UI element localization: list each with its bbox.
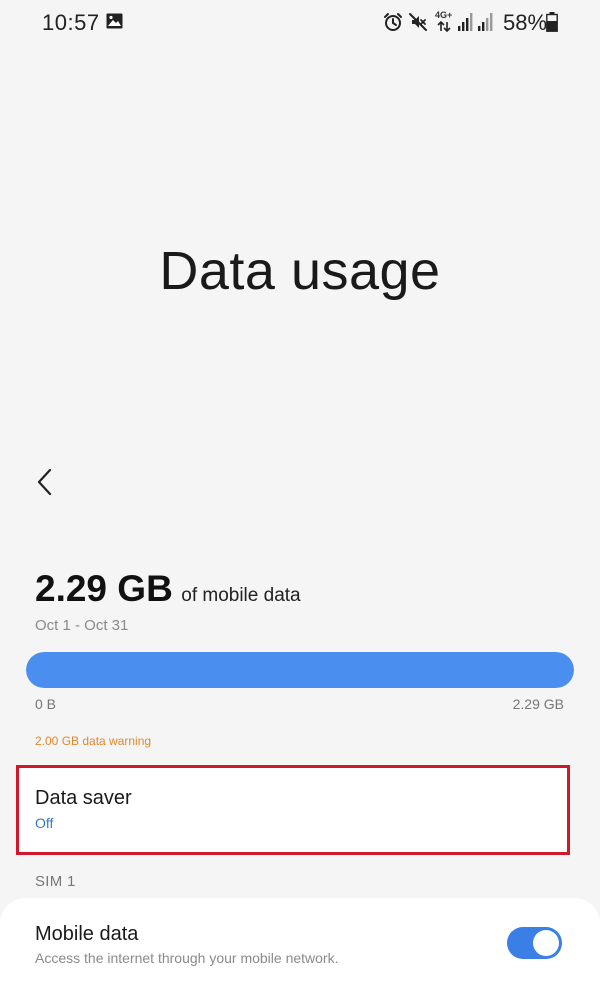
- usage-summary: 2.29 GB of mobile data: [35, 568, 301, 610]
- usage-bar-max-label: 2.29 GB: [512, 696, 564, 712]
- toggle-knob: [533, 930, 559, 956]
- alarm-icon: [384, 13, 402, 31]
- data-warning-label: 2.00 GB data warning: [35, 734, 152, 748]
- data-arrows-icon: [437, 21, 451, 32]
- screen: 10:57 4G+ 58% Data usage 2.29 GB of mobi…: [0, 0, 600, 990]
- mobile-data-toggle[interactable]: [507, 927, 562, 959]
- usage-bar-min-label: 0 B: [35, 696, 57, 712]
- usage-bar-fill: [26, 652, 574, 688]
- data-saver-status: Off: [35, 815, 54, 831]
- mobile-data-item[interactable]: Mobile data Access the internet through …: [0, 898, 600, 990]
- usage-bar: [26, 652, 574, 688]
- battery-percent: 58%: [503, 10, 548, 35]
- mobile-data-title: Mobile data: [35, 923, 139, 945]
- network-type: 4G+: [435, 10, 453, 20]
- page-title: Data usage: [159, 241, 441, 301]
- signal-icon: [458, 13, 473, 31]
- data-saver-item[interactable]: Data saver Off: [16, 765, 570, 855]
- mobile-data-description: Access the internet through your mobile …: [35, 950, 339, 966]
- gallery-icon: [106, 13, 123, 29]
- usage-period: Oct 1 - Oct 31: [35, 617, 129, 634]
- data-saver-title: Data saver: [35, 787, 132, 809]
- status-bar: 10:57 4G+ 58%: [0, 0, 600, 48]
- chevron-left-icon: [37, 468, 52, 496]
- status-time: 10:57: [42, 10, 100, 35]
- usage-amount: 2.29 GB: [35, 568, 173, 609]
- sim-section-header: SIM 1: [35, 873, 76, 890]
- usage-suffix: of mobile data: [181, 585, 301, 606]
- back-button[interactable]: [26, 460, 66, 504]
- battery-icon: [546, 12, 558, 32]
- mute-icon: [409, 13, 427, 31]
- signal-icon: [478, 13, 493, 31]
